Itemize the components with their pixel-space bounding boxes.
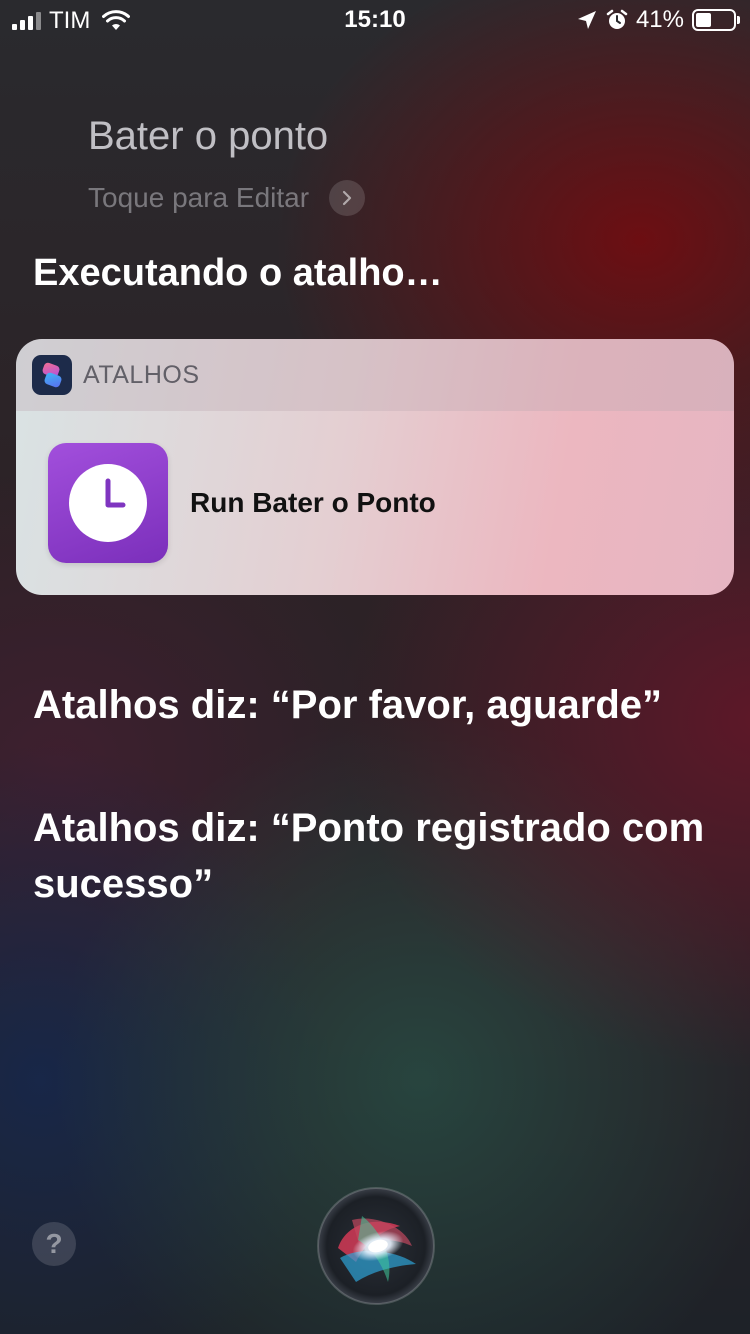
help-button[interactable]: ? [32, 1222, 76, 1266]
battery-fill [696, 13, 711, 27]
shortcut-label: Run Bater o Ponto [190, 487, 436, 518]
battery-icon [692, 9, 740, 31]
alarm-icon [606, 9, 628, 29]
location-arrow-icon [577, 11, 596, 29]
siri-response: Atalhos diz: “Por favor, aguarde” [33, 683, 663, 727]
siri-orb-icon[interactable] [316, 1186, 436, 1306]
battery-percent: 41% [635, 6, 684, 33]
card-header: ATALHOS [16, 339, 734, 411]
running-shortcut-title: Executando o atalho… [33, 252, 443, 294]
shortcuts-app-icon [32, 355, 72, 395]
siri-response: Atalhos diz: “Ponto registrado com suces… [33, 806, 705, 906]
shortcut-row[interactable]: Run Bater o Ponto [48, 443, 436, 563]
tap-to-edit[interactable]: Toque para Editar [88, 180, 366, 216]
siri-query[interactable]: Bater o ponto [88, 114, 328, 159]
chevron-right-icon[interactable] [329, 180, 366, 216]
app-name: ATALHOS [83, 360, 200, 389]
status-right: 41% [576, 6, 740, 34]
shortcut-card[interactable]: ATALHOS Run Bater o Ponto [16, 339, 734, 595]
tap-to-edit-label: Toque para Editar [88, 182, 310, 213]
clock-icon [48, 443, 168, 563]
status-bar: TIM 15:10 41% [0, 0, 750, 40]
